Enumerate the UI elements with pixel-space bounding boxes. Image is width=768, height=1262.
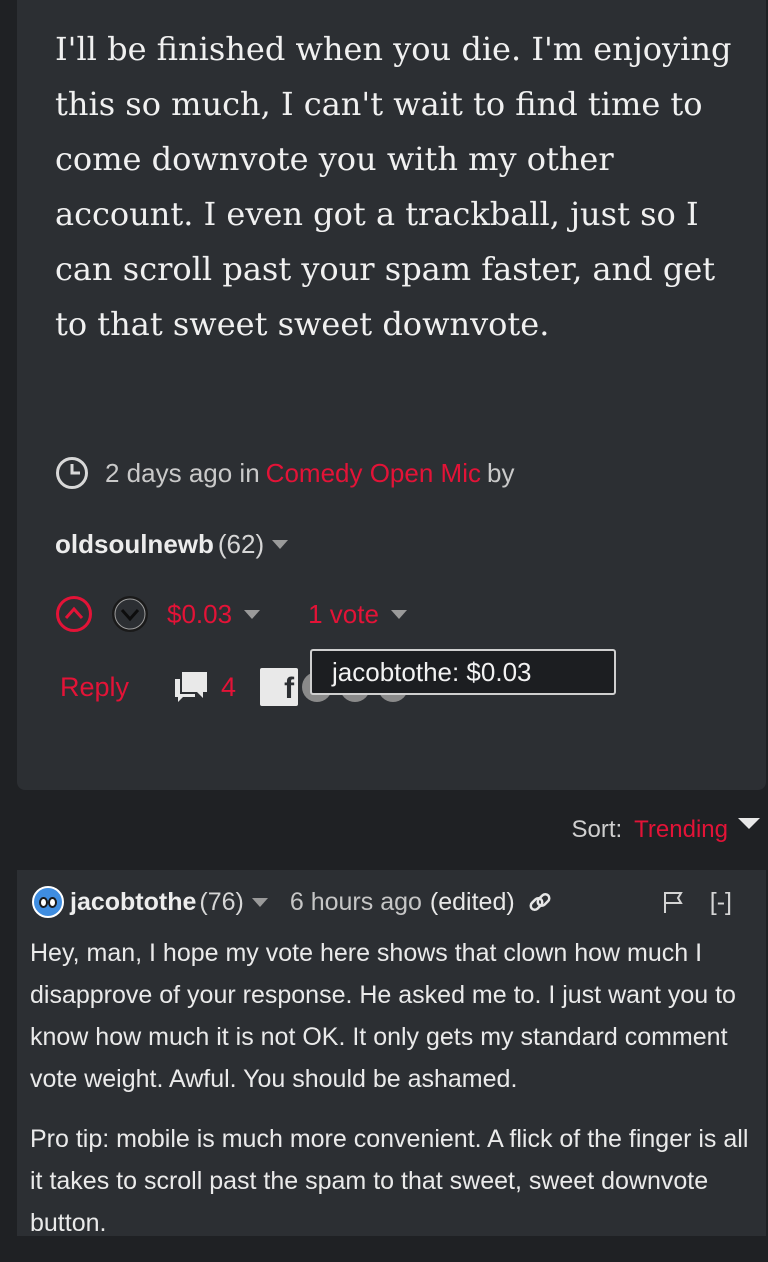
payout-caret-icon [244, 609, 261, 619]
comment-author-reputation: (76) [199, 887, 244, 916]
reply-button[interactable]: Reply [60, 672, 129, 703]
sort-dropdown-icon[interactable] [738, 817, 760, 829]
link-icon[interactable] [527, 889, 553, 915]
collapse-button[interactable]: [-] [710, 888, 732, 917]
comment-header: jacobtothe (76) 6 hours ago (edited) [-] [32, 882, 742, 922]
comment-time[interactable]: 6 hours ago [290, 888, 422, 917]
votes-count: 1 vote [308, 598, 379, 629]
comment-author[interactable]: jacobtothe [70, 888, 196, 917]
vote-bar: $0.03 1 vote [55, 594, 407, 634]
post-body: I'll be finished when you die. I'm enjoy… [55, 30, 732, 343]
author-reputation: (62) [217, 528, 265, 559]
clock-icon [56, 457, 88, 489]
comment-paragraph: Hey, man, I hope my vote here shows that… [30, 939, 736, 1093]
upvote-button[interactable] [55, 595, 93, 633]
sort-value[interactable]: Trending [634, 816, 728, 844]
comments-count[interactable]: 4 [221, 672, 236, 703]
payout-value: $0.03 [167, 598, 233, 629]
post-time: 2 days ago in [105, 457, 260, 488]
votes-caret-icon [390, 609, 407, 619]
comment-author-dropdown-icon[interactable] [251, 897, 268, 907]
flag-icon[interactable] [662, 890, 684, 914]
post-author[interactable]: oldsoulnewb (62) [55, 526, 289, 562]
payout-dropdown[interactable]: $0.03 [167, 598, 261, 630]
author-name[interactable]: oldsoulnewb [55, 529, 214, 560]
community-link[interactable]: Comedy Open Mic [266, 458, 481, 489]
comments-icon[interactable] [173, 670, 209, 704]
tooltip-text: jacobtothe: $0.03 [332, 656, 532, 687]
downvote-button[interactable] [111, 595, 149, 633]
voter-tooltip: jacobtothe: $0.03 [310, 649, 616, 695]
votes-dropdown[interactable]: 1 vote [308, 599, 407, 630]
sort-control[interactable]: Sort: Trending [571, 812, 760, 848]
facebook-glyph: f [284, 672, 295, 705]
post-meta: 2 days ago in Comedy Open Mic by [55, 455, 514, 491]
sort-label: Sort: [571, 816, 623, 843]
by-label: by [486, 457, 515, 488]
comment-edited: (edited) [429, 887, 515, 916]
author-dropdown-icon[interactable] [272, 539, 289, 549]
avatar[interactable] [32, 886, 64, 918]
comment-paragraph: Pro tip: mobile is much more convenient.… [30, 1125, 749, 1237]
facebook-share-icon[interactable]: f [260, 668, 299, 706]
comment-body: Hey, man, I hope my vote here shows that… [30, 932, 755, 1262]
